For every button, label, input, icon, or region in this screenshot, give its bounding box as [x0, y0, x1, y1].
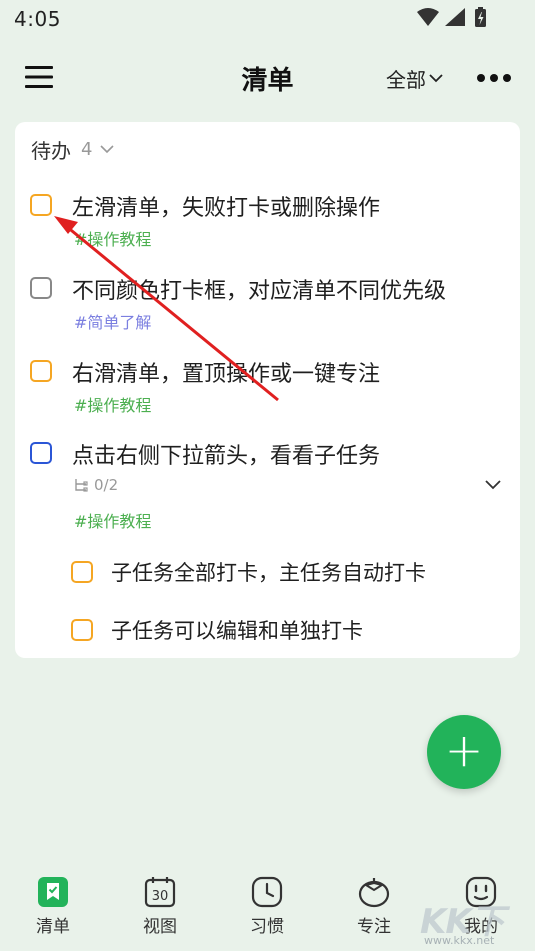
- section-header[interactable]: 待办 4: [31, 134, 115, 164]
- filter-dropdown[interactable]: 全部: [386, 64, 443, 92]
- wifi-icon: [417, 8, 439, 26]
- status-bar: 4:05: [0, 0, 535, 40]
- task-title: 点击右侧下拉箭头，看看子任务: [72, 444, 381, 469]
- app-screen: 4:05 清单 全部 待办 4 左滑清单，失败打卡或删除操作 #操作教程 不同颜…: [0, 0, 535, 951]
- calendar-icon: 30: [144, 877, 176, 908]
- chevron-down-icon: [100, 145, 115, 154]
- nav-label: 我的: [464, 917, 498, 937]
- subtask-progress: 0/2: [74, 476, 118, 494]
- signal-icon: [445, 8, 465, 26]
- checklist-icon: [38, 877, 68, 907]
- clock-icon: [251, 876, 283, 908]
- task-item[interactable]: 不同颜色打卡框，对应清单不同优先级 #简单了解: [15, 273, 520, 333]
- subtask-checkbox[interactable]: [71, 619, 93, 641]
- task-item[interactable]: 左滑清单，失败打卡或删除操作 #操作教程: [15, 190, 520, 250]
- battery-charging-icon: [475, 7, 486, 27]
- subtask-checkbox[interactable]: [71, 561, 93, 583]
- section-title: 待办: [31, 138, 71, 163]
- nav-label: 清单: [36, 917, 70, 937]
- status-icons: [417, 7, 486, 27]
- section-count: 4: [81, 138, 93, 160]
- tomato-icon: [358, 878, 390, 908]
- smile-icon: [465, 876, 497, 908]
- task-title: 不同颜色打卡框，对应清单不同优先级: [72, 279, 447, 304]
- svg-text:30: 30: [152, 889, 169, 904]
- subtask-title: 子任务全部打卡，主任务自动打卡: [111, 561, 426, 585]
- chevron-down-icon[interactable]: [483, 474, 503, 494]
- task-tag[interactable]: #操作教程: [74, 392, 151, 416]
- status-time: 4:05: [14, 7, 61, 31]
- task-item[interactable]: 右滑清单，置顶操作或一键专注 #操作教程: [15, 356, 520, 416]
- todo-card: 待办 4 左滑清单，失败打卡或删除操作 #操作教程 不同颜色打卡框，对应清单不同…: [15, 122, 520, 658]
- nav-item-mine[interactable]: 我的: [451, 876, 511, 940]
- task-title: 右滑清单，置顶操作或一键专注: [72, 362, 381, 387]
- subtask-item[interactable]: 子任务可以编辑和单独打卡: [15, 615, 520, 655]
- nav-label: 专注: [357, 917, 391, 937]
- nav-item-habit[interactable]: 习惯: [237, 876, 297, 940]
- subtask-item[interactable]: 子任务全部打卡，主任务自动打卡: [15, 557, 520, 597]
- page-title: 清单: [241, 66, 294, 96]
- task-checkbox[interactable]: [30, 277, 52, 299]
- task-tag[interactable]: #简单了解: [74, 309, 151, 333]
- bottom-nav: 清单 30 视图 习惯 专注 我的: [0, 862, 535, 951]
- task-checkbox[interactable]: [30, 442, 52, 464]
- subtask-icon: [75, 479, 88, 492]
- task-tag[interactable]: #操作教程: [74, 226, 151, 250]
- task-checkbox[interactable]: [30, 360, 52, 382]
- chevron-down-icon: [429, 74, 443, 83]
- add-task-button[interactable]: +: [427, 715, 501, 789]
- task-title: 左滑清单，失败打卡或删除操作: [72, 196, 381, 221]
- subtask-title: 子任务可以编辑和单独打卡: [111, 619, 363, 643]
- task-item[interactable]: 点击右侧下拉箭头，看看子任务 0/2 #操作教程: [15, 438, 520, 538]
- nav-item-focus[interactable]: 专注: [344, 876, 404, 940]
- more-icon[interactable]: [476, 66, 512, 90]
- app-bar: 清单 全部: [0, 50, 535, 106]
- task-checkbox[interactable]: [30, 194, 52, 216]
- nav-item-view[interactable]: 30 视图: [130, 876, 190, 940]
- nav-label: 习惯: [250, 917, 284, 937]
- nav-label: 视图: [143, 917, 177, 937]
- menu-icon[interactable]: [24, 62, 54, 92]
- plus-icon: +: [444, 723, 484, 777]
- subtask-progress-text: 0/2: [94, 476, 119, 494]
- nav-item-checklist[interactable]: 清单: [23, 876, 83, 940]
- task-tag[interactable]: #操作教程: [74, 508, 151, 532]
- filter-label: 全部: [386, 67, 426, 92]
